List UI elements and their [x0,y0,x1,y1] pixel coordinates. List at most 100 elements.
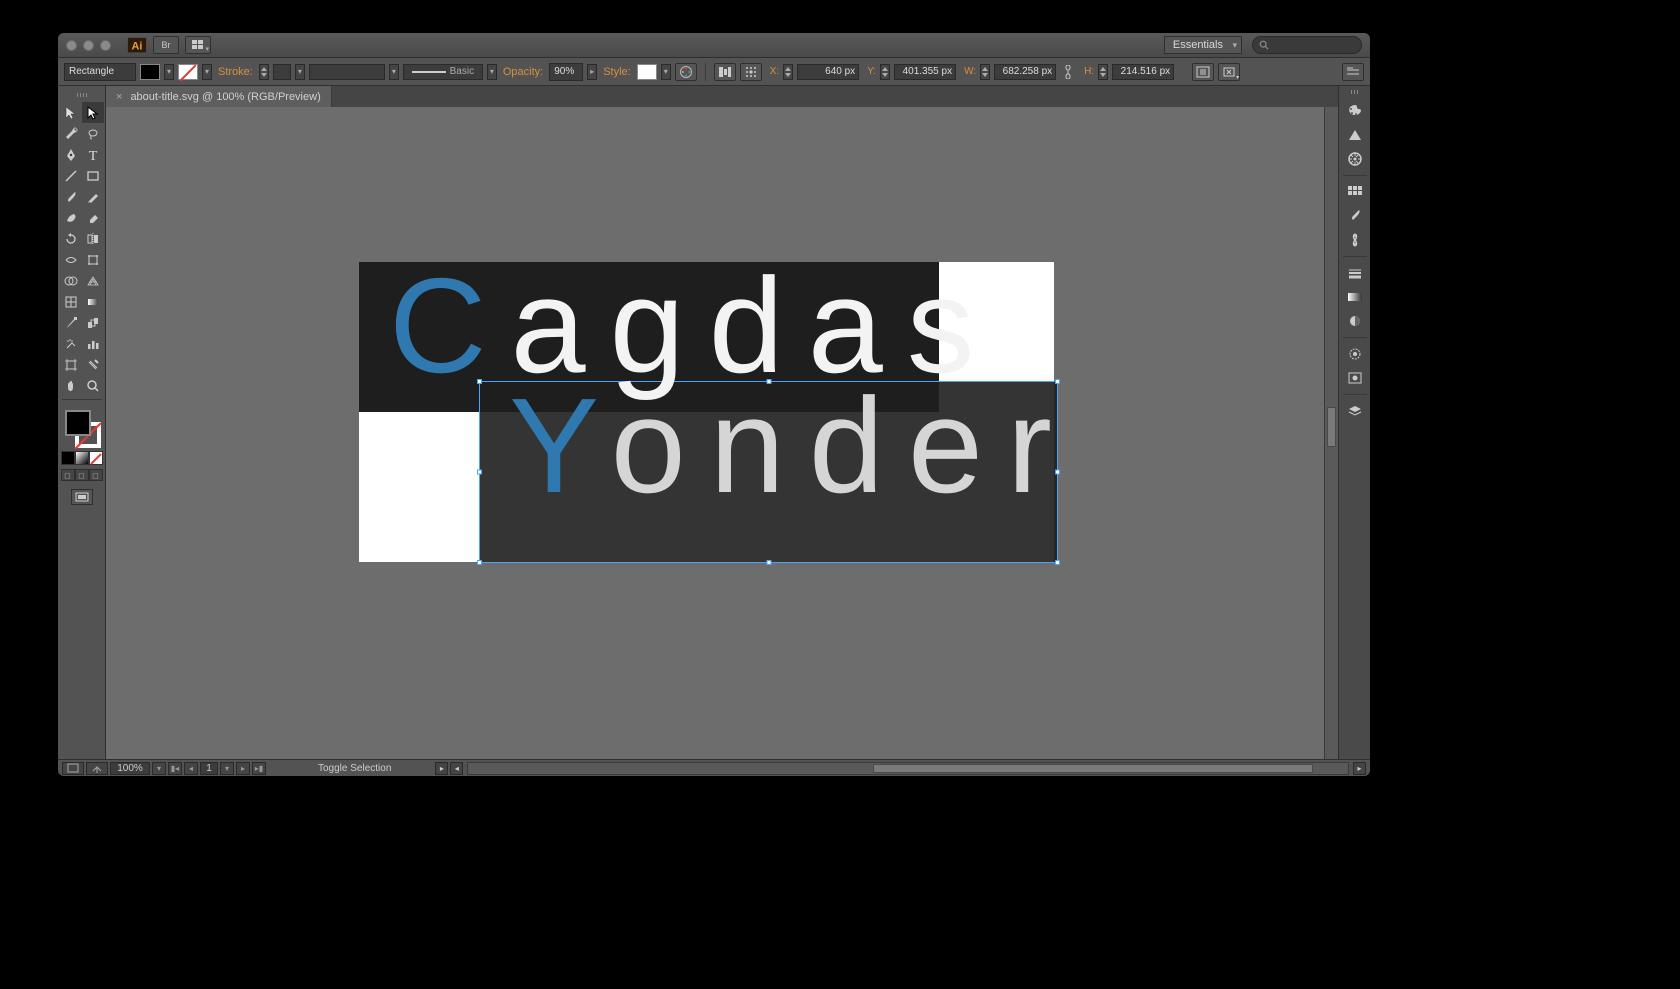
sb-share-icon[interactable] [86,762,108,775]
close-window-button[interactable] [66,40,77,51]
kuler-panel-icon[interactable] [1341,147,1369,171]
color-mode-gradient[interactable] [75,451,89,465]
w-field[interactable]: 682.258 px [994,64,1056,80]
rectangle-tool[interactable] [82,165,104,186]
lasso-tool[interactable] [82,123,104,144]
layers-panel-icon[interactable] [1341,399,1369,423]
horizontal-scrollbar[interactable] [467,762,1349,775]
variable-width-dropdown[interactable]: ▾ [389,64,399,80]
shape-constrain-button[interactable]: ▾ [1218,63,1240,81]
fill-stroke-indicator[interactable] [62,409,102,449]
artboard-tool[interactable] [60,354,82,375]
pencil-tool[interactable] [82,186,104,207]
x-field[interactable]: 640 px [797,64,859,80]
fill-dropdown[interactable]: ▾ [164,64,174,80]
direct-selection-tool[interactable] [82,102,104,123]
draw-behind-button[interactable]: ◻ [75,469,89,481]
workspace-switcher[interactable]: Essentials [1164,36,1242,54]
mesh-tool[interactable] [60,291,82,312]
vertical-scrollbar[interactable] [1324,107,1338,759]
hand-tool[interactable] [60,375,82,396]
shape-builder-tool[interactable] [60,270,82,291]
color-guide-panel-icon[interactable] [1341,123,1369,147]
graphic-style-dropdown[interactable]: ▾ [661,64,671,80]
document-tab[interactable]: × about-title.svg @ 100% (RGB/Preview) [106,86,332,107]
line-segment-tool[interactable] [60,165,82,186]
stroke-panel-icon[interactable] [1341,261,1369,285]
screen-mode-button[interactable] [71,489,93,505]
slice-tool[interactable] [82,354,104,375]
free-transform-tool[interactable] [82,249,104,270]
variable-width-profile[interactable] [309,64,385,80]
zoom-dropdown[interactable]: ▾ [152,762,166,775]
last-artboard-button[interactable]: ▸▮ [252,762,266,775]
blend-tool[interactable] [82,312,104,333]
column-graph-tool[interactable] [82,333,104,354]
transform-reference-point[interactable] [740,63,762,81]
width-tool[interactable] [60,249,82,270]
x-spinner[interactable] [783,64,793,80]
brush-dropdown[interactable]: ▾ [487,64,497,80]
perspective-grid-tool[interactable] [82,270,104,291]
rotate-tool[interactable] [60,228,82,249]
brushes-panel-icon[interactable] [1341,204,1369,228]
artboard-dropdown[interactable]: ▾ [220,762,234,775]
opacity-dropdown[interactable]: ▸ [587,64,597,80]
graphic-style-swatch[interactable] [637,64,657,80]
h-field[interactable]: 214.516 px [1112,64,1174,80]
eraser-tool[interactable] [82,207,104,228]
color-panel-icon[interactable] [1341,99,1369,123]
symbol-sprayer-tool[interactable] [60,333,82,354]
symbols-panel-icon[interactable] [1341,228,1369,252]
swatches-panel-icon[interactable] [1341,180,1369,204]
opacity-field[interactable]: 90% [549,63,583,81]
fill-swatch[interactable] [140,64,160,80]
type-tool[interactable]: T [82,144,104,165]
bridge-button[interactable]: Br [153,36,179,54]
hscroll-right[interactable]: ▸ [1353,762,1366,775]
minimize-window-button[interactable] [83,40,94,51]
w-spinner[interactable] [980,64,990,80]
next-artboard-button[interactable]: ▸ [236,762,250,775]
artboard-field[interactable]: 1 [200,762,218,775]
first-artboard-button[interactable]: ▮◂ [168,762,182,775]
stroke-weight-field[interactable] [273,64,291,80]
color-mode-none[interactable] [89,451,103,465]
align-button[interactable] [714,63,736,81]
draw-normal-button[interactable]: ◻ [61,469,75,481]
transparency-panel-icon[interactable] [1341,309,1369,333]
close-tab-icon[interactable]: × [116,91,122,103]
sb-tool-icon[interactable] [62,762,84,775]
y-field[interactable]: 401.355 px [894,64,956,80]
zoom-window-button[interactable] [100,40,111,51]
draw-inside-button[interactable]: ◻ [89,469,103,481]
pen-tool[interactable] [60,144,82,165]
brush-definition[interactable]: Basic [403,64,483,80]
paintbrush-tool[interactable] [60,186,82,207]
zoom-tool[interactable] [82,375,104,396]
stroke-weight-dropdown[interactable]: ▾ [295,64,305,80]
gradient-tool[interactable] [82,291,104,312]
gradient-panel-icon[interactable] [1341,285,1369,309]
status-menu[interactable]: ▸ [435,762,448,775]
y-spinner[interactable] [880,64,890,80]
graphic-styles-panel-icon[interactable] [1341,366,1369,390]
recolor-artwork-button[interactable] [675,63,697,81]
appearance-panel-icon[interactable] [1341,342,1369,366]
blob-brush-tool[interactable] [60,207,82,228]
hscroll-left[interactable]: ◂ [450,762,463,775]
stroke-swatch[interactable] [178,64,198,80]
eyedropper-tool[interactable] [60,312,82,333]
selection-tool[interactable] [60,102,82,123]
stroke-weight-spinner[interactable] [259,64,269,80]
zoom-field[interactable]: 100% [110,762,150,775]
link-wh-button[interactable] [1060,64,1076,80]
arrange-documents-button[interactable]: ▾ [185,36,211,54]
search-field[interactable] [1252,36,1362,54]
color-mode-solid[interactable] [61,451,75,465]
control-bar-menu[interactable] [1342,63,1364,81]
magic-wand-tool[interactable] [60,123,82,144]
stroke-dropdown[interactable]: ▾ [202,64,212,80]
prev-artboard-button[interactable]: ◂ [184,762,198,775]
h-spinner[interactable] [1098,64,1108,80]
